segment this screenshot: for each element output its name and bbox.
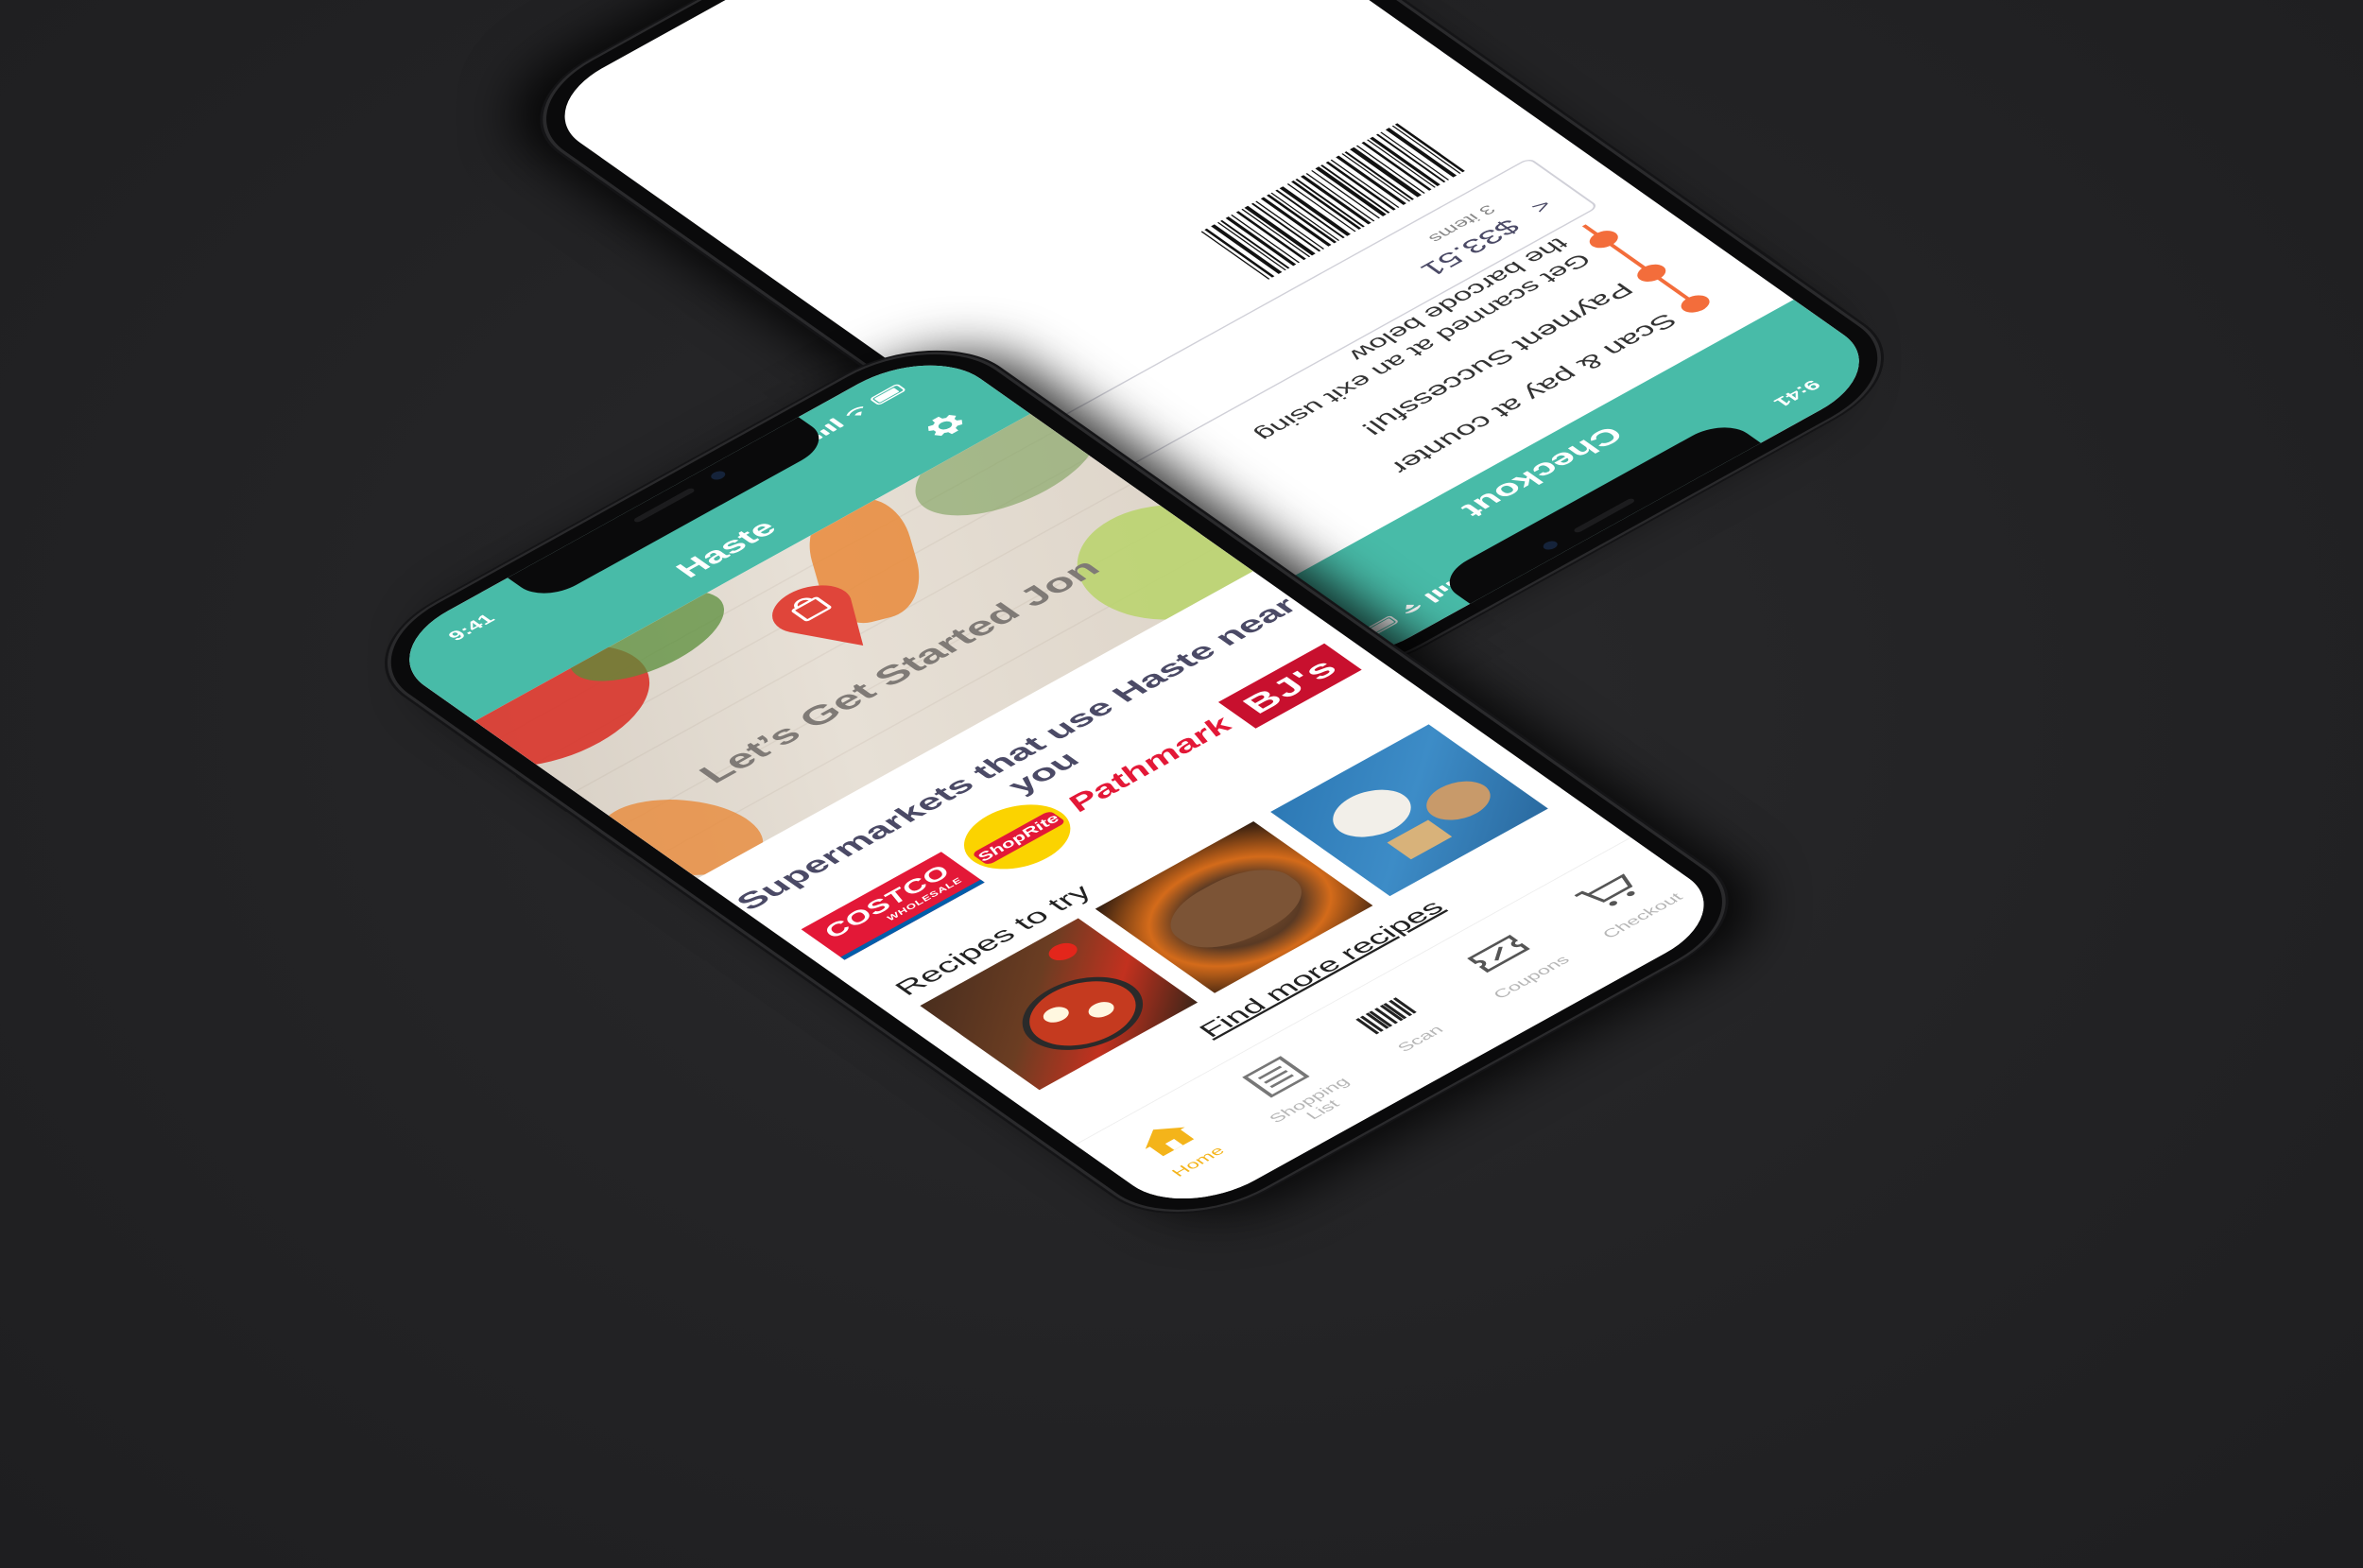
summary-chevron: < bbox=[1526, 196, 1558, 216]
checkout-title: Checkout bbox=[1455, 422, 1630, 523]
status-time: 9:41 bbox=[443, 611, 499, 645]
wifi-icon bbox=[1405, 604, 1422, 614]
status-icons bbox=[1361, 580, 1460, 638]
wifi-icon bbox=[846, 405, 864, 416]
status-time: 9:41 bbox=[1769, 376, 1825, 410]
battery-icon bbox=[869, 383, 907, 406]
status-icons bbox=[808, 383, 907, 440]
